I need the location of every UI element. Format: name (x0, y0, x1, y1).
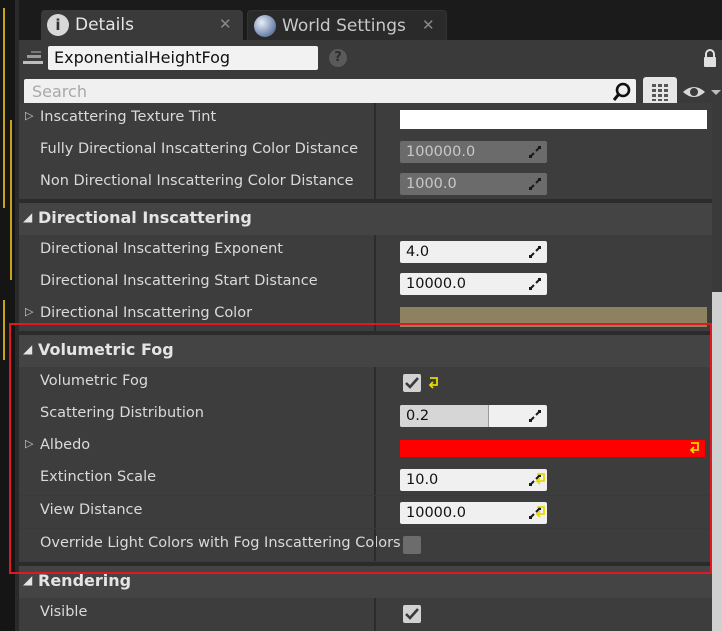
property-label: Directional Inscattering Start Distance (40, 273, 318, 289)
property-row-directional-exponent: Directional Inscattering Exponent 4.0 (19, 235, 712, 267)
reset-to-default-icon[interactable] (535, 504, 547, 518)
reset-to-default-icon[interactable] (689, 440, 701, 454)
property-row-directional-color: ▷ Directional Inscattering Color (19, 299, 712, 331)
globe-icon (254, 15, 276, 37)
color-swatch[interactable] (400, 307, 707, 327)
property-label: Non Directional Inscattering Color Dista… (40, 173, 354, 189)
actor-icon (23, 51, 43, 64)
drag-handle-icon (529, 278, 541, 290)
checkmark-icon (405, 377, 419, 389)
reset-to-default-icon[interactable] (428, 375, 440, 389)
drag-handle-icon (529, 410, 541, 422)
number-field[interactable]: 10000.0 (400, 502, 547, 524)
help-icon[interactable]: ? (329, 49, 347, 67)
property-row-directional-start-distance: Directional Inscattering Start Distance … (19, 267, 712, 299)
collapse-arrow-icon: ◢ (23, 210, 33, 224)
info-icon: i (47, 14, 69, 36)
search-icon (612, 82, 631, 101)
override-light-colors-checkbox[interactable] (403, 536, 421, 554)
property-row-extinction-scale: Extinction Scale 10.0 (19, 463, 712, 495)
color-swatch[interactable] (400, 110, 707, 129)
tab-world-settings[interactable]: World Settings ✕ (247, 10, 447, 40)
property-label: Visible (40, 604, 88, 620)
search-input[interactable]: Search (24, 79, 636, 105)
property-label: Volumetric Fog (40, 373, 149, 389)
property-label: Scattering Distribution (40, 405, 204, 421)
property-row-override-light-colors: Override Light Colors with Fog Inscatter… (19, 529, 712, 561)
close-icon[interactable]: ✕ (422, 16, 435, 34)
expand-arrow-icon[interactable]: ▷ (25, 305, 33, 318)
actor-name-field[interactable]: ExponentialHeightFog (48, 46, 318, 70)
property-row-visible: Visible (19, 598, 712, 631)
drag-handle-icon (529, 246, 541, 258)
drag-handle-icon (529, 146, 541, 158)
property-label: Directional Inscattering Color (40, 305, 253, 321)
eye-icon[interactable] (681, 81, 722, 103)
property-label: Inscattering Texture Tint (40, 109, 217, 125)
collapse-arrow-icon: ◢ (23, 573, 33, 587)
category-title: Rendering (38, 571, 132, 590)
number-field[interactable]: 100000.0 (400, 141, 547, 163)
category-directional-inscattering[interactable]: ◢ Directional Inscattering (19, 203, 712, 235)
property-row-scattering-distribution: Scattering Distribution 0.2 (19, 399, 712, 431)
property-label: Extinction Scale (40, 469, 157, 485)
volumetric-fog-checkbox[interactable] (403, 374, 421, 392)
expand-arrow-icon[interactable]: ▷ (25, 109, 33, 122)
property-row-non-directional-distance: Non Directional Inscattering Color Dista… (19, 167, 712, 199)
property-label: Fully Directional Inscattering Color Dis… (40, 141, 359, 157)
category-title: Volumetric Fog (38, 340, 174, 359)
slider-number-field[interactable]: 0.2 (400, 405, 547, 427)
tab-bar: i Details ✕ World Settings ✕ (19, 0, 722, 40)
category-volumetric-fog[interactable]: ◢ Volumetric Fog (19, 335, 712, 367)
property-row-volumetric-fog: Volumetric Fog (19, 367, 712, 399)
tab-details[interactable]: i Details ✕ (41, 10, 243, 40)
tab-label: World Settings (282, 16, 406, 36)
property-row-view-distance: View Distance 10000.0 (19, 496, 712, 528)
visible-checkbox[interactable] (403, 605, 421, 623)
close-icon[interactable]: ✕ (219, 15, 232, 33)
property-row-inscattering-texture-tint: ▷ Inscattering Texture Tint (19, 103, 712, 135)
property-row-albedo: ▷ Albedo (19, 431, 712, 463)
viewport-edge (0, 0, 19, 631)
expand-arrow-icon[interactable]: ▷ (25, 437, 33, 450)
property-label: View Distance (40, 502, 143, 518)
drag-handle-icon (529, 178, 541, 190)
scrollbar[interactable] (712, 292, 722, 631)
property-label: Albedo (40, 437, 91, 453)
number-field[interactable]: 10.0 (400, 469, 547, 491)
property-label: Override Light Colors with Fog Inscatter… (40, 535, 401, 551)
category-rendering[interactable]: ◢ Rendering (19, 566, 712, 598)
lock-icon[interactable] (702, 48, 718, 68)
tab-label: Details (75, 15, 134, 35)
property-label: Directional Inscattering Exponent (40, 241, 283, 257)
number-field[interactable]: 10000.0 (400, 273, 547, 295)
number-field[interactable]: 4.0 (400, 241, 547, 263)
search-placeholder: Search (32, 82, 87, 101)
reset-to-default-icon[interactable] (535, 471, 547, 485)
collapse-arrow-icon: ◢ (23, 342, 33, 356)
color-swatch[interactable] (400, 440, 705, 457)
category-title: Directional Inscattering (38, 208, 252, 227)
property-row-fully-directional-distance: Fully Directional Inscattering Color Dis… (19, 135, 712, 167)
number-field[interactable]: 1000.0 (400, 173, 547, 195)
checkmark-icon (405, 608, 419, 620)
